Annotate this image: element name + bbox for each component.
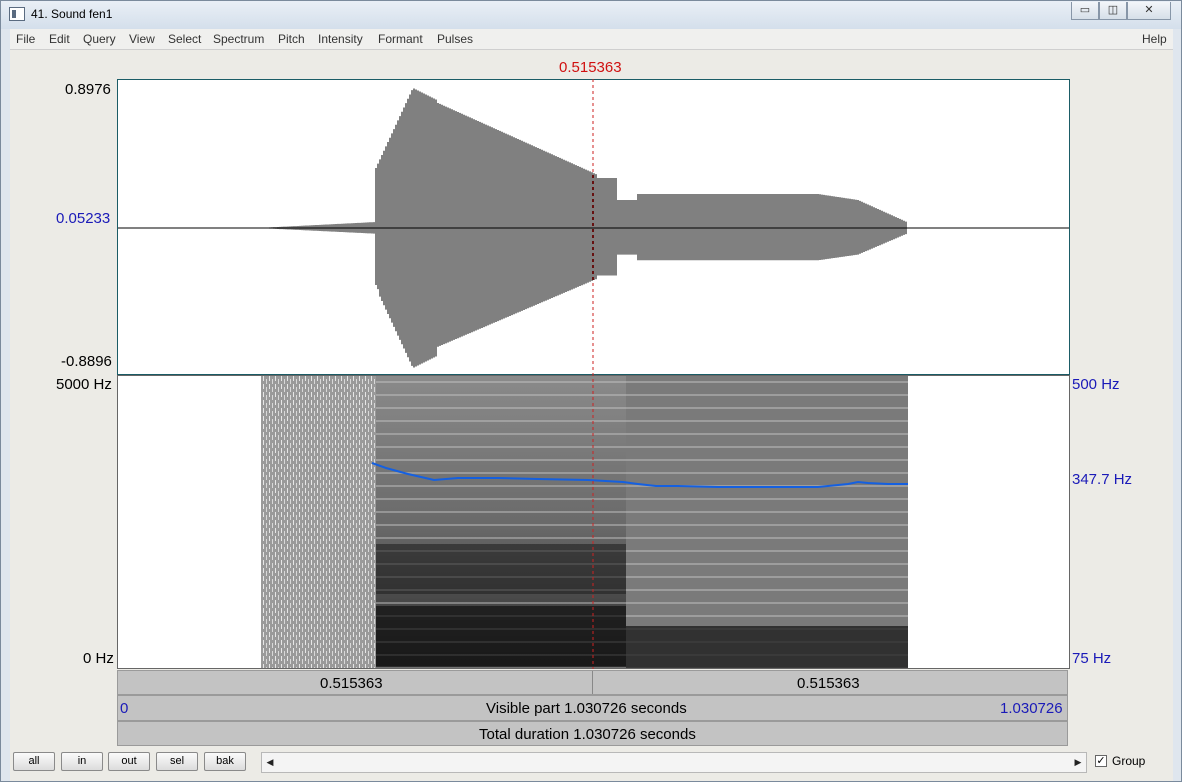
zoom-to-selection-button[interactable]: sel [156,752,198,771]
menu-view[interactable]: View [129,32,155,46]
group-label: Group [1112,754,1146,768]
menu-pitch[interactable]: Pitch [278,32,305,46]
zoom-in-button[interactable]: in [61,752,103,771]
selection-time-bar[interactable]: 0.515363 0.515363 [117,670,1068,695]
spectrogram-min-frequency-label: 0 Hz [83,650,114,667]
total-duration-bar[interactable]: Total duration 1.030726 seconds [117,721,1068,746]
horizontal-scrollbar[interactable]: ◀ ▶ [261,752,1087,773]
menu-bar: File Edit Query View Select Spectrum Pit… [10,29,1173,50]
menu-intensity[interactable]: Intensity [318,32,363,46]
show-all-button[interactable]: all [13,752,55,771]
menu-pulses[interactable]: Pulses [437,32,473,46]
spectrogram-formant-band-3 [626,626,908,668]
waveform-plot [118,88,1069,368]
group-checkbox[interactable]: ✓ [1095,755,1107,767]
menu-help[interactable]: Help [1142,32,1167,46]
menu-formant[interactable]: Formant [378,32,423,46]
pitch-cursor-value-label: 347.7 Hz [1072,471,1133,488]
menu-spectrum[interactable]: Spectrum [213,32,264,46]
spectrogram-noise-region [261,376,381,668]
spectrogram-vowel-region-2 [626,376,908,668]
close-button[interactable]: ✕ [1127,2,1171,20]
spectrogram-plot [261,376,908,668]
waveform-min-label: -0.8896 [61,353,112,370]
praat-window-icon [9,7,25,21]
spectrogram-formant-band-2 [376,606,626,666]
cursor-time-label: 0.515363 [559,59,622,76]
waveform-cursor-value-label: 0.05233 [56,210,111,227]
restore-button[interactable]: ◫ [1099,2,1127,20]
scroll-left-arrow-icon[interactable]: ◀ [262,753,278,772]
spectrogram-panel[interactable] [117,375,1070,669]
visible-end-time: 1.030726 [1000,700,1063,717]
menu-edit[interactable]: Edit [49,32,70,46]
spectrogram-max-frequency-label: 5000 Hz [56,376,112,393]
scroll-right-arrow-icon[interactable]: ▶ [1070,753,1086,772]
zoom-back-button[interactable]: bak [204,752,246,771]
pitch-min-label: 75 Hz [1072,650,1112,667]
sound-editor-window: 41. Sound fen1 ▭ ◫ ✕ File Edit Query Vie… [0,0,1182,782]
window-title: 41. Sound fen1 [31,7,113,21]
left-part-duration: 0.515363 [320,675,383,692]
menu-query[interactable]: Query [83,32,116,46]
zoom-out-button[interactable]: out [108,752,150,771]
visible-start-time: 0 [120,700,129,717]
minimize-button[interactable]: ▭ [1071,2,1099,20]
visible-part-bar[interactable]: 0 Visible part 1.030726 seconds 1.030726 [117,695,1068,721]
selection-divider [592,671,593,694]
menu-file[interactable]: File [16,32,35,46]
pitch-max-label: 500 Hz [1072,376,1120,393]
right-part-duration: 0.515363 [797,675,860,692]
menu-select[interactable]: Select [168,32,201,46]
waveform-panel[interactable] [117,79,1070,375]
title-bar: 41. Sound fen1 ▭ ◫ ✕ [1,1,1181,29]
waveform-max-label: 0.8976 [65,81,111,98]
visible-part-label: Visible part 1.030726 seconds [486,700,687,717]
total-duration-label: Total duration 1.030726 seconds [479,726,696,743]
bottom-controls: all in out sel bak ◀ ▶ ✓ Group [10,747,1173,781]
spectrogram-formant-band-1 [376,544,626,594]
